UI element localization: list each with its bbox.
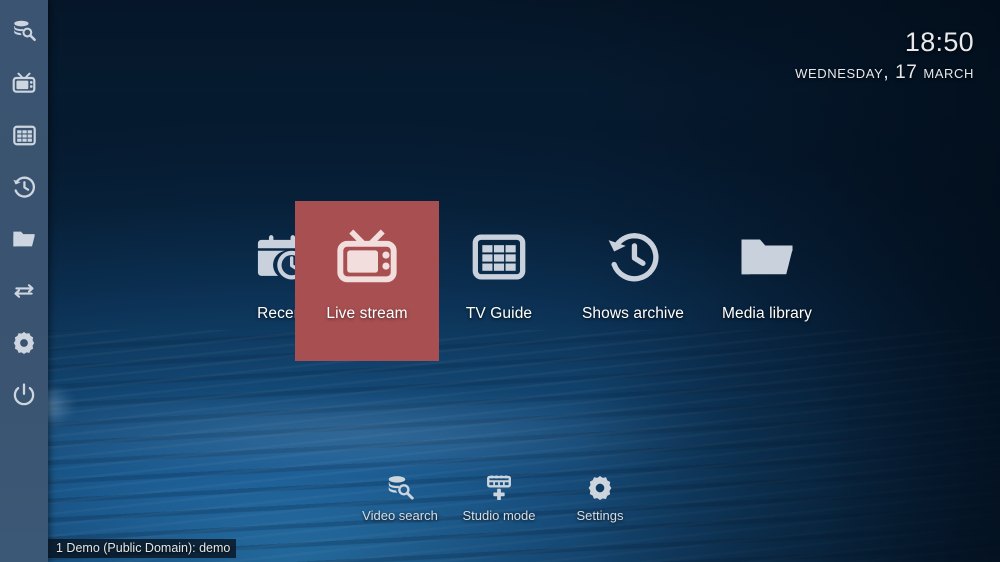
bottom-item-label: Studio mode bbox=[462, 508, 536, 523]
sidebar-item-shows-archive[interactable] bbox=[0, 170, 48, 204]
menu-item-label: Live stream bbox=[326, 305, 408, 322]
bottom-item-label: Video search bbox=[362, 508, 438, 523]
clock-widget: 18:50 Wednesday, 17 March bbox=[795, 28, 974, 86]
sidebar-item-live-stream[interactable] bbox=[0, 66, 48, 100]
gear-icon bbox=[11, 330, 37, 356]
sidebar-item-tv-guide[interactable] bbox=[0, 118, 48, 152]
video-search-icon bbox=[11, 18, 37, 44]
folder-icon bbox=[11, 226, 37, 252]
history-icon bbox=[604, 201, 662, 305]
power-icon bbox=[11, 382, 37, 408]
gear-icon bbox=[586, 470, 614, 506]
sidebar-item-power[interactable] bbox=[0, 378, 48, 412]
sidebar-item-studio-mode[interactable] bbox=[0, 274, 48, 308]
menu-item-shows-archive[interactable]: Shows archive bbox=[561, 201, 705, 361]
sidebar bbox=[0, 0, 48, 562]
tv-icon bbox=[11, 70, 37, 96]
bottom-menu: Video search Studio mode Settings bbox=[48, 470, 1000, 530]
bottom-item-settings[interactable]: Settings bbox=[540, 470, 660, 523]
sidebar-item-media-library[interactable] bbox=[0, 222, 48, 256]
swap-arrows-icon bbox=[11, 278, 37, 304]
history-icon bbox=[11, 174, 37, 200]
menu-item-media-library[interactable]: Media library bbox=[695, 201, 839, 361]
menu-item-label: TV Guide bbox=[465, 305, 533, 322]
menu-item-label: Media library bbox=[721, 305, 813, 322]
menu-item-live-stream[interactable]: Live stream bbox=[295, 201, 439, 361]
video-search-icon bbox=[385, 470, 415, 506]
folder-icon bbox=[737, 201, 797, 305]
main-menu: Recent Live stream TV Guide Shows archiv… bbox=[48, 201, 1000, 361]
menu-item-tv-guide[interactable]: TV Guide bbox=[427, 201, 571, 361]
status-bar: 1 Demo (Public Domain): demo bbox=[48, 539, 237, 558]
sidebar-item-video-search[interactable] bbox=[0, 14, 48, 48]
grid-icon bbox=[470, 201, 528, 305]
clock-time: 18:50 bbox=[904, 27, 974, 57]
tv-icon bbox=[334, 201, 400, 305]
grid-icon bbox=[12, 123, 37, 148]
kodi-home-screen: 18:50 Wednesday, 17 March Recent bbox=[0, 0, 1000, 562]
film-plus-icon bbox=[484, 470, 514, 506]
menu-item-label: Shows archive bbox=[581, 305, 685, 322]
sidebar-item-settings[interactable] bbox=[0, 326, 48, 360]
clock-date: Wednesday, 17 March bbox=[795, 62, 974, 83]
bottom-item-label: Settings bbox=[576, 508, 624, 523]
